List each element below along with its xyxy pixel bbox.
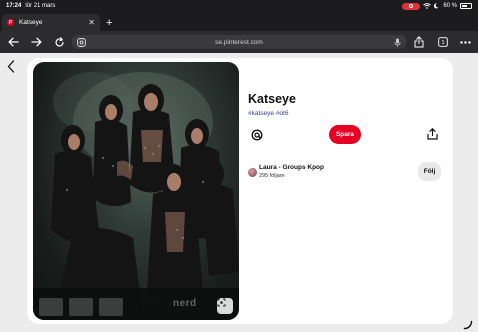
pinterest-favicon-icon: P [7,19,14,26]
photo-illustration [33,72,239,320]
close-tab-icon[interactable]: ✕ [88,18,95,27]
pin-image[interactable]: nerd [33,62,239,320]
microphone-icon[interactable] [394,38,401,47]
more-icon [459,40,471,44]
save-button[interactable]: Spara [329,125,361,144]
site-settings-icon[interactable] [77,37,86,47]
battery-icon [460,3,472,9]
browser-tab[interactable]: P Katseye ✕ [2,14,100,31]
tab-title: Katseye [19,19,43,26]
pin-card: nerd Katseye #katseye #ot6 Spara Laura -… [27,58,453,324]
pinterest-swirl-icon [251,129,263,141]
svg-text:1: 1 [441,40,444,46]
tabs-icon: 1 [438,37,448,47]
forward-button[interactable] [29,35,43,49]
new-tab-button[interactable]: + [106,17,112,29]
status-time: 17:24 [6,3,22,9]
moon-icon [434,3,439,9]
status-right: 60 % [402,2,472,10]
share-button[interactable] [412,35,426,49]
creator-name[interactable]: Laura - Groups Kpop [259,164,324,171]
pin-title: Katseye [248,92,296,106]
pin-hashtags[interactable]: #katseye #ot6 [248,110,288,117]
browser-toolbar: se.pinterest.com 1 [0,31,478,53]
arrow-left-icon [7,37,19,47]
share-icon [426,128,438,140]
status-date: lör 21 mars [25,3,56,9]
visual-search-button[interactable] [217,298,233,314]
chevron-left-icon [7,60,15,73]
follow-button[interactable]: Följ [418,162,441,181]
pin-back-button[interactable] [7,60,15,78]
resize-handle-icon[interactable] [463,317,473,332]
status-bar: 17:24 lör 21 mars 60 % [0,0,478,12]
battery-percent: 60 % [443,3,457,9]
pin-share-button[interactable] [424,126,440,142]
creator-followers: 295 följare [259,173,285,179]
reload-icon [54,36,64,46]
wifi-icon [423,3,432,9]
screen-record-icon[interactable] [402,2,421,10]
address-bar[interactable]: se.pinterest.com [72,35,406,49]
back-button[interactable] [6,35,20,49]
tabs-button[interactable]: 1 [436,35,450,49]
reload-button[interactable] [52,35,66,49]
tab-strip: P Katseye ✕ + [0,12,478,31]
image-watermark: nerd [173,298,197,309]
share-icon [414,36,424,48]
web-page: nerd Katseye #katseye #ot6 Spara Laura -… [0,53,478,332]
visual-search-icon [217,298,226,307]
arrow-right-icon [30,37,42,47]
menu-button[interactable] [458,35,472,49]
creator-avatar[interactable] [248,168,257,177]
url-text: se.pinterest.com [215,38,263,46]
pin-more-button[interactable] [249,127,265,143]
